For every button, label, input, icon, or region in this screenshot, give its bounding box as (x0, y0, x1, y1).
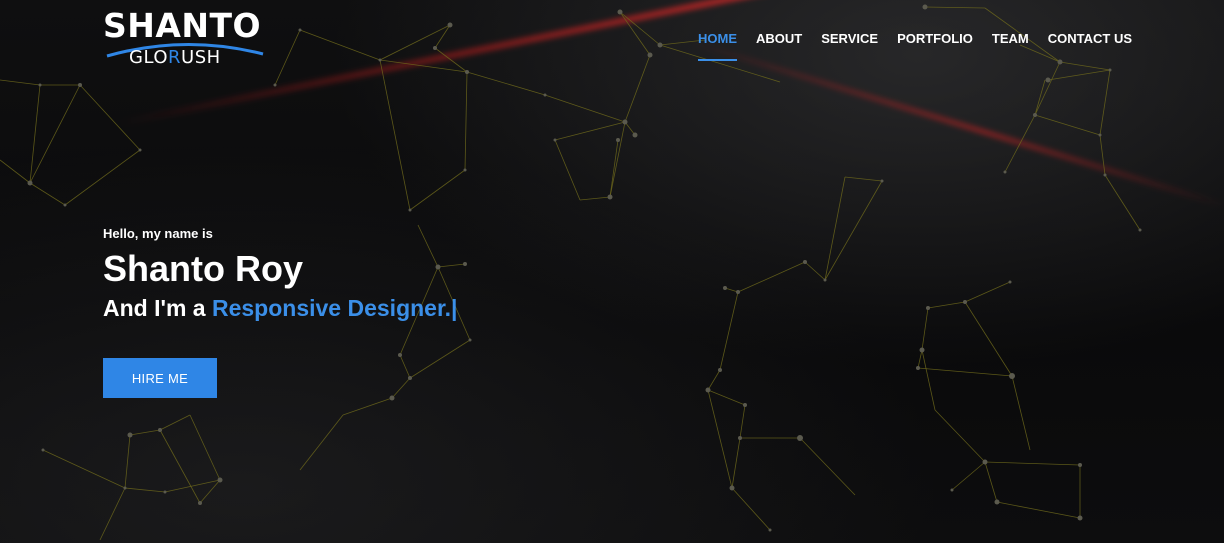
site-logo[interactable]: SHANTO GLORUSH (103, 8, 268, 72)
hero-tagline-prefix: And I'm a (103, 295, 212, 321)
logo-subtitle-start: GLO (129, 47, 169, 68)
hero-tagline: And I'm a Responsive Designer.| (103, 294, 457, 322)
site-header: SHANTO GLORUSH HOME ABOUT SERVICE PORTFO… (0, 0, 1224, 80)
hire-me-button[interactable]: HIRE ME (103, 358, 217, 398)
hero-greeting: Hello, my name is (103, 226, 213, 241)
logo-subtitle-accent: R (168, 47, 182, 68)
nav-contact-us[interactable]: CONTACT US (1048, 30, 1132, 61)
main-nav: HOME ABOUT SERVICE PORTFOLIO TEAM CONTAC… (698, 30, 1132, 61)
nav-team[interactable]: TEAM (992, 30, 1029, 61)
nav-home[interactable]: HOME (698, 30, 737, 61)
nav-service[interactable]: SERVICE (821, 30, 878, 61)
hero-section: Hello, my name is Shanto Roy And I'm a R… (103, 226, 457, 398)
logo-subtitle: GLORUSH (129, 48, 221, 68)
nav-portfolio[interactable]: PORTFOLIO (897, 30, 973, 61)
logo-subtitle-end: USH (181, 47, 221, 68)
hero-name: Shanto Roy (103, 248, 304, 289)
nav-about[interactable]: ABOUT (756, 30, 802, 61)
hero-role: Responsive Designer.| (211, 295, 458, 321)
